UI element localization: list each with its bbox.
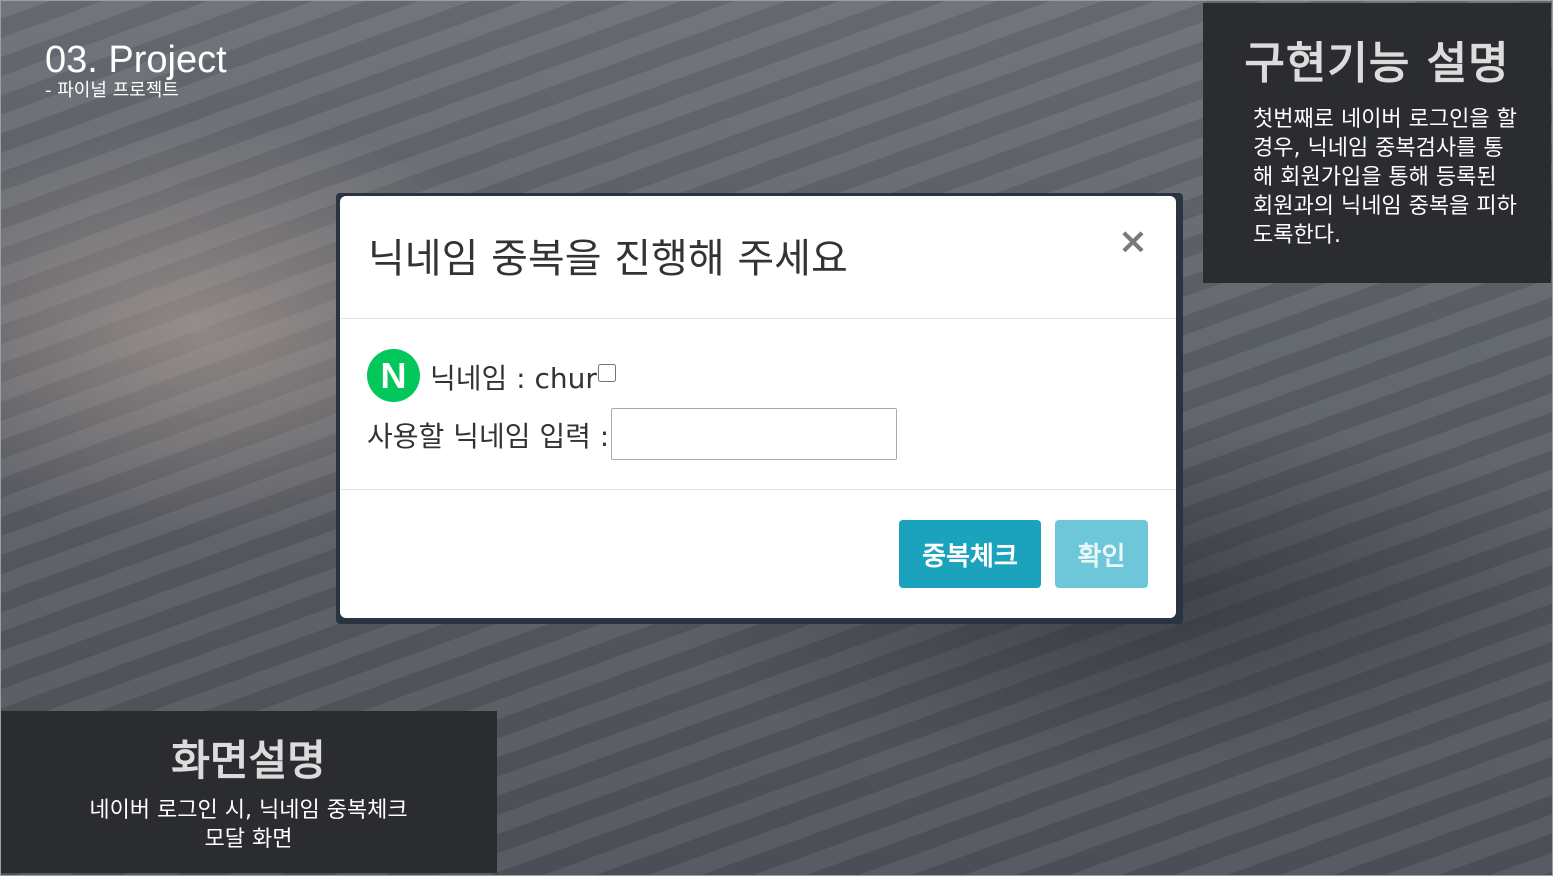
- screen-panel-title: 화면설명: [171, 736, 326, 785]
- nickname-check-modal: 닉네임 중복을 진행해 주세요 × N 닉네임 : chur 사용할 닉네임 입…: [340, 196, 1176, 618]
- current-nickname-label: 닉네임 : chur: [430, 362, 597, 395]
- nickname-checkbox[interactable]: [598, 364, 616, 382]
- modal-footer: 중복체크 확인: [340, 490, 1176, 618]
- duplicate-check-button[interactable]: 중복체크: [899, 520, 1041, 588]
- screen-panel-body-line2: 모달 화면: [204, 827, 293, 852]
- modal-header: 닉네임 중복을 진행해 주세요 ×: [340, 196, 1176, 319]
- slide-title: 03. Project: [45, 39, 227, 81]
- slide-subtitle: - 파이널 프로젝트: [45, 80, 179, 101]
- close-icon[interactable]: ×: [1118, 222, 1148, 262]
- confirm-button[interactable]: 확인: [1055, 520, 1148, 588]
- nickname-input[interactable]: [611, 408, 897, 460]
- modal-body: N 닉네임 : chur 사용할 닉네임 입력 :: [340, 319, 1176, 490]
- screen-panel-body: 네이버 로그인 시, 닉네임 중복체크 모달 화면: [0, 796, 497, 854]
- screen-description-panel: 화면설명 네이버 로그인 시, 닉네임 중복체크 모달 화면: [0, 711, 497, 873]
- slide-title-block: 03. Project - 파이널 프로젝트: [45, 38, 227, 102]
- feature-description-panel: 구현기능 설명 첫번째로 네이버 로그인을 할 경우, 닉네임 중복검사를 통해…: [1203, 3, 1551, 283]
- naver-logo-icon: N: [367, 349, 420, 402]
- feature-panel-title: 구현기능 설명: [1244, 38, 1510, 89]
- new-nickname-label: 사용할 닉네임 입력 :: [367, 420, 610, 453]
- modal-title: 닉네임 중복을 진행해 주세요: [368, 236, 848, 282]
- feature-panel-body: 첫번째로 네이버 로그인을 할 경우, 닉네임 중복검사를 통해 회원가입을 통…: [1253, 107, 1517, 248]
- screen-panel-body-line1: 네이버 로그인 시, 닉네임 중복체크: [89, 798, 408, 823]
